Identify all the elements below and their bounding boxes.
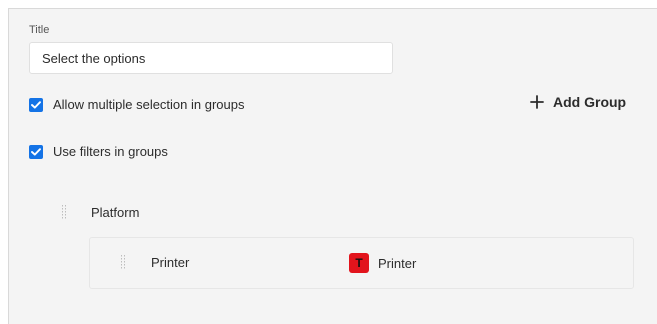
use-filters-checkbox[interactable]: Use filters in groups xyxy=(29,144,168,159)
title-input[interactable] xyxy=(29,42,393,74)
allow-multiple-selection-label: Allow multiple selection in groups xyxy=(53,97,245,112)
option-tag[interactable]: T Printer xyxy=(349,253,416,273)
use-filters-label: Use filters in groups xyxy=(53,144,168,159)
option-label: Printer xyxy=(151,255,190,270)
group-drag-handle-icon[interactable] xyxy=(62,205,66,219)
add-group-button[interactable]: Add Group xyxy=(530,94,626,110)
tag-label: Printer xyxy=(378,255,417,271)
checkbox-checked-icon[interactable] xyxy=(29,97,43,112)
plus-icon xyxy=(530,95,544,109)
group-name: Platform xyxy=(91,205,140,220)
title-label: Title xyxy=(29,24,50,36)
checkbox-checked-icon[interactable] xyxy=(29,144,43,159)
option-row: Printer T Printer xyxy=(89,237,634,289)
options-panel: Title Allow multiple selection in groups… xyxy=(8,8,657,324)
allow-multiple-selection-checkbox[interactable]: Allow multiple selection in groups xyxy=(29,97,244,112)
option-drag-handle-icon[interactable] xyxy=(121,255,125,269)
tag-badge-icon: T xyxy=(349,253,369,273)
add-group-label: Add Group xyxy=(553,94,627,110)
